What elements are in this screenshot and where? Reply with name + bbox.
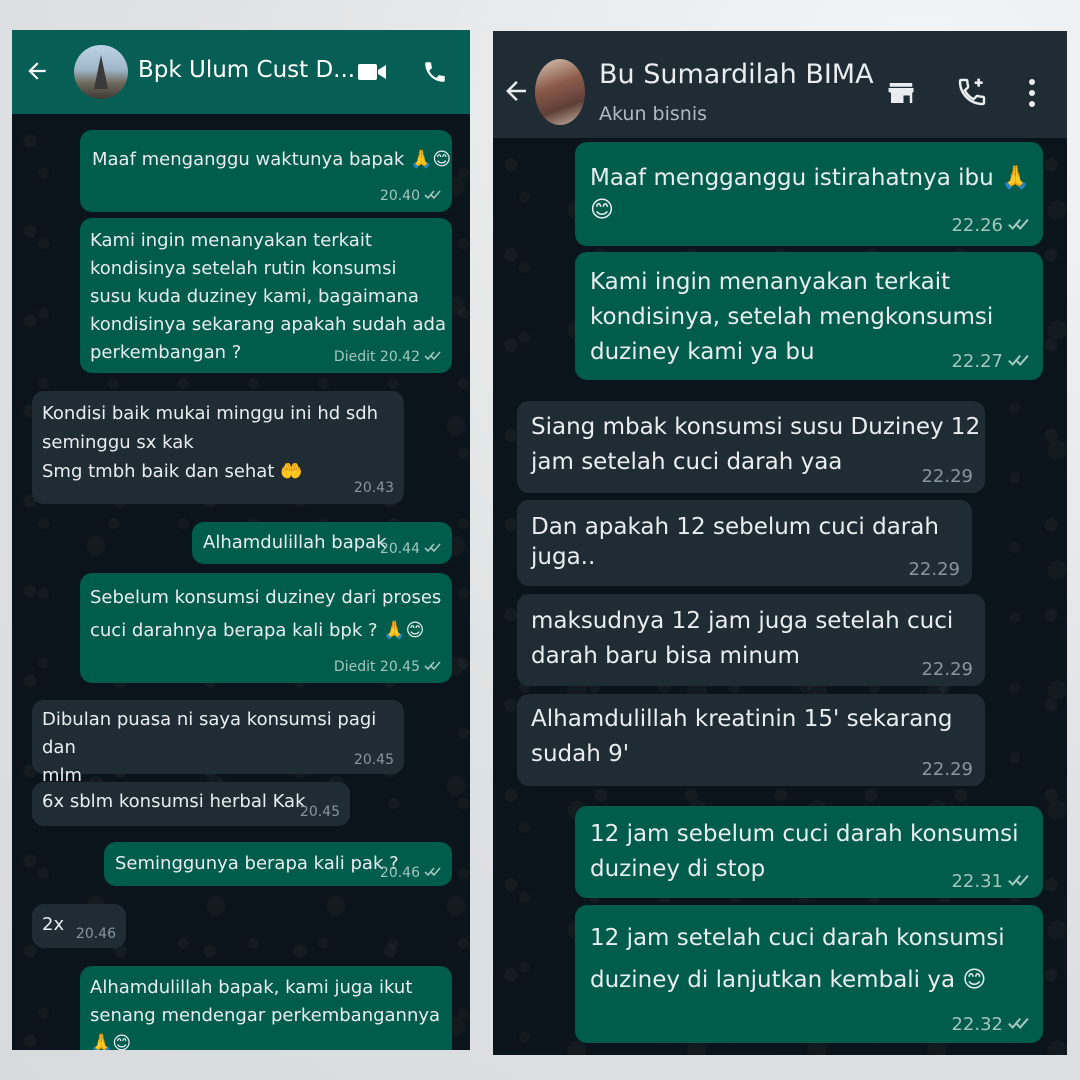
message-time: 20.44 (379, 541, 420, 557)
store-icon[interactable] (886, 78, 916, 108)
message-bubble-outgoing[interactable]: Alhamdulillah bapak, kami juga ikut sena… (80, 966, 452, 1050)
message-meta: 22.32 (951, 1014, 1031, 1036)
double-check-icon (1007, 1014, 1031, 1035)
message-text: Kami ingin menanyakan terkait kondisinya… (90, 230, 447, 363)
video-call-icon[interactable] (357, 60, 387, 84)
message-time: 20.45 (299, 804, 340, 820)
double-check-icon (1007, 351, 1031, 372)
message-bubble-outgoing[interactable]: Seminggunya berapa kali pak ? 20.46 (104, 842, 452, 886)
message-time: 22.29 (908, 559, 960, 580)
chat-header: Bpk Ulum Cust D... (12, 30, 470, 114)
message-time: 22.29 (921, 659, 973, 680)
message-text: Kami ingin menanyakan terkait kondisinya… (590, 269, 994, 365)
message-meta: 20.40 (380, 188, 442, 204)
back-arrow-icon[interactable] (24, 58, 50, 84)
double-check-icon (1007, 215, 1031, 236)
add-call-icon[interactable] (956, 76, 988, 108)
business-account-label: Akun bisnis (599, 103, 707, 125)
message-time: 22.32 (951, 1013, 1003, 1035)
message-time: 20.40 (379, 188, 420, 204)
message-meta: 22.31 (951, 871, 1031, 893)
message-text: Sebelum konsumsi duziney dari proses cuc… (90, 587, 442, 641)
message-bubble-incoming[interactable]: Alhamdulillah kreatinin 15' sekarang sud… (517, 694, 985, 786)
message-text: Kondisi baik mukai minggu ini hd sdh sem… (42, 403, 379, 482)
contact-name[interactable]: Bu Sumardilah BIMA (599, 59, 874, 90)
phone-icon[interactable] (422, 59, 448, 85)
message-bubble-incoming[interactable]: Dan apakah 12 sebelum cuci darah juga.. … (517, 500, 972, 586)
message-meta: Diedit 20.45 (334, 659, 442, 675)
message-time: 20.45 (353, 752, 394, 768)
message-text: Dan apakah 12 sebelum cuci darah juga.. (531, 514, 939, 570)
message-time: 22.29 (921, 759, 973, 780)
message-meta: 20.46 (380, 865, 442, 881)
message-bubble-outgoing[interactable]: 12 jam setelah cuci darah konsumsi duzin… (575, 905, 1043, 1043)
double-check-icon (424, 865, 442, 881)
message-text: Maaf menganggu waktunya bapak 🙏😊 (92, 149, 452, 170)
message-bubble-outgoing[interactable]: Alhamdulillah bapak 20.44 (192, 522, 452, 564)
message-text: 6x sblm konsumsi herbal Kak (42, 791, 306, 812)
back-arrow-icon[interactable] (501, 76, 531, 106)
message-bubble-incoming[interactable]: 2x 20.46 (32, 904, 126, 948)
message-bubble-incoming[interactable]: Kondisi baik mukai minggu ini hd sdh sem… (32, 391, 404, 504)
avatar[interactable] (74, 45, 128, 99)
message-time: 22.29 (921, 466, 973, 487)
left-chat-screenshot: Bpk Ulum Cust D... Maaf menganggu waktun… (12, 30, 470, 1050)
message-text: Dibulan puasa ni saya konsumsi pagi dan … (42, 709, 377, 786)
message-bubble-outgoing[interactable]: 12 jam sebelum cuci darah konsumsi duzin… (575, 806, 1043, 898)
message-time: 22.27 (951, 350, 1003, 372)
message-meta: 20.44 (380, 541, 442, 557)
double-check-icon (424, 188, 442, 204)
message-meta: 22.27 (951, 351, 1031, 373)
message-meta: Diedit 20.42 (334, 349, 442, 365)
message-text: Alhamdulillah bapak, kami juga ikut sena… (90, 977, 441, 1050)
double-check-icon (424, 349, 442, 365)
message-bubble-incoming[interactable]: Dibulan puasa ni saya konsumsi pagi dan … (32, 700, 404, 786)
message-meta: 22.26 (951, 215, 1031, 237)
message-time: Diedit 20.42 (333, 349, 420, 365)
message-bubble-incoming[interactable]: maksudnya 12 jam juga setelah cuci darah… (517, 594, 985, 686)
message-time: 22.26 (951, 214, 1003, 236)
double-check-icon (1007, 871, 1031, 892)
message-text: Siang mbak konsumsi susu Duziney 12 jam … (531, 414, 981, 475)
message-bubble-incoming[interactable]: Siang mbak konsumsi susu Duziney 12 jam … (517, 401, 985, 493)
double-check-icon (424, 541, 442, 557)
message-bubble-outgoing[interactable]: Maaf menganggu waktunya bapak 🙏😊 20.40 (80, 130, 452, 212)
double-check-icon (424, 659, 442, 675)
message-time: Diedit 20.45 (333, 659, 420, 675)
message-text: 12 jam setelah cuci darah konsumsi duzin… (590, 925, 1005, 993)
right-chat-screenshot: Bu Sumardilah BIMA Akun bisnis Maaf meng… (493, 31, 1067, 1055)
message-bubble-incoming[interactable]: 6x sblm konsumsi herbal Kak 20.45 (32, 782, 350, 826)
message-bubble-outgoing[interactable]: Sebelum konsumsi duziney dari proses cuc… (80, 573, 452, 683)
message-text: maksudnya 12 jam juga setelah cuci darah… (531, 608, 954, 669)
message-bubble-outgoing[interactable]: Kami ingin menanyakan terkait kondisinya… (80, 218, 452, 373)
message-text: Alhamdulillah bapak (203, 532, 387, 553)
more-vert-icon[interactable] (1025, 77, 1039, 109)
contact-name[interactable]: Bpk Ulum Cust D... (138, 57, 355, 83)
message-time: 22.31 (951, 870, 1003, 892)
message-text: Seminggunya berapa kali pak ? (115, 853, 399, 874)
message-text: 2x (42, 914, 65, 935)
message-time: 20.46 (75, 926, 116, 942)
avatar[interactable] (535, 59, 585, 125)
message-bubble-outgoing[interactable]: Maaf mengganggu istirahatnya ibu 🙏😊 22.2… (575, 142, 1043, 246)
chat-header: Bu Sumardilah BIMA Akun bisnis (493, 31, 1067, 138)
message-time: 20.46 (379, 865, 420, 881)
message-text: Alhamdulillah kreatinin 15' sekarang sud… (531, 706, 953, 767)
message-time: 20.43 (353, 480, 394, 496)
message-bubble-outgoing[interactable]: Kami ingin menanyakan terkait kondisinya… (575, 252, 1043, 380)
